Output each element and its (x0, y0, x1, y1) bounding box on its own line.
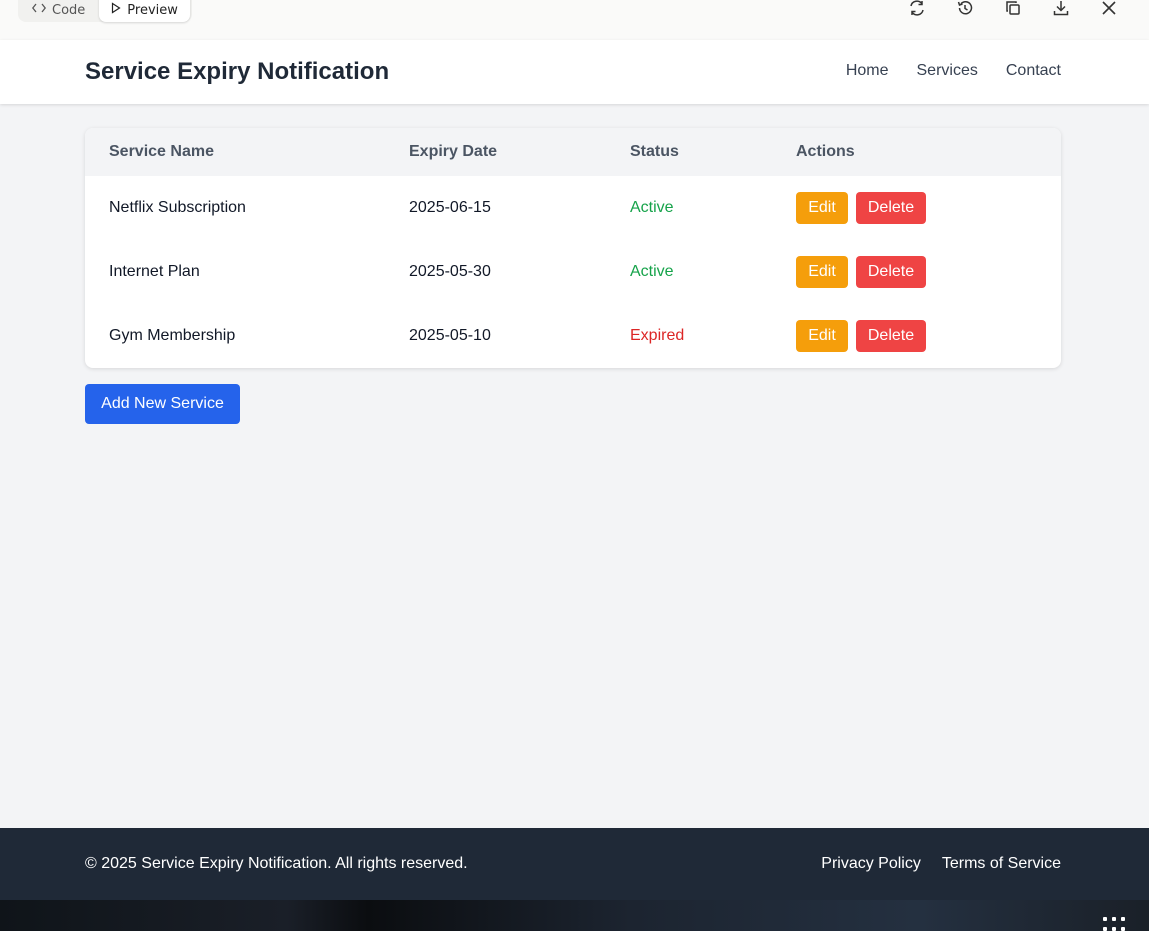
column-header-status: Status (630, 143, 679, 160)
service-name: Netflix Subscription (109, 199, 246, 216)
table-row: Gym Membership 2025-05-10 Expired Edit D… (85, 304, 1061, 368)
service-name: Gym Membership (109, 327, 236, 344)
table-row: Internet Plan 2025-05-30 Active Edit Del… (85, 240, 1061, 304)
delete-button[interactable]: Delete (856, 320, 926, 352)
privacy-policy-link[interactable]: Privacy Policy (821, 855, 921, 873)
expiry-date: 2025-05-30 (409, 263, 491, 280)
tab-code[interactable]: Code (20, 0, 97, 22)
nav-contact[interactable]: Contact (1006, 62, 1061, 80)
services-table: Service Name Expiry Date Status Actions … (85, 128, 1061, 368)
tab-preview[interactable]: Preview (99, 0, 190, 22)
nav-home[interactable]: Home (846, 62, 889, 80)
code-icon (31, 2, 47, 18)
expiry-date: 2025-05-10 (409, 327, 491, 344)
play-icon (111, 2, 121, 18)
history-icon[interactable] (953, 0, 977, 20)
edit-button[interactable]: Edit (796, 320, 848, 352)
terms-of-service-link[interactable]: Terms of Service (942, 855, 1061, 873)
column-header-expiry-date: Expiry Date (409, 143, 498, 160)
status-text: Active (630, 199, 674, 216)
delete-button[interactable]: Delete (856, 256, 926, 288)
site-footer: © 2025 Service Expiry Notification. All … (0, 828, 1149, 900)
page-title: Service Expiry Notification (85, 58, 390, 85)
add-new-service-button[interactable]: Add New Service (85, 384, 240, 424)
close-icon[interactable] (1097, 0, 1121, 20)
copyright-text: © 2025 Service Expiry Notification. All … (85, 855, 468, 872)
edit-button[interactable]: Edit (796, 192, 848, 224)
status-text: Expired (630, 327, 685, 344)
preview-toolbar: Code Preview (0, 0, 1149, 40)
service-name: Internet Plan (109, 263, 200, 280)
edit-button[interactable]: Edit (796, 256, 848, 288)
copy-icon[interactable] (1001, 0, 1025, 20)
refresh-icon[interactable] (905, 0, 929, 20)
download-icon[interactable] (1049, 0, 1073, 20)
site-header: Service Expiry Notification Home Service… (0, 40, 1149, 104)
status-text: Active (630, 263, 674, 280)
column-header-actions: Actions (796, 143, 855, 160)
nav-services[interactable]: Services (917, 62, 978, 80)
column-header-service-name: Service Name (109, 143, 214, 160)
background-strip (0, 900, 1149, 931)
main-nav: Home Services Contact (846, 62, 1061, 80)
delete-button[interactable]: Delete (856, 192, 926, 224)
view-tabs: Code Preview (18, 0, 192, 22)
expiry-date: 2025-06-15 (409, 199, 491, 216)
apps-grid-icon[interactable] (1103, 917, 1125, 931)
tab-preview-label: Preview (127, 2, 178, 18)
table-header: Service Name Expiry Date Status Actions (85, 128, 1061, 176)
toolbar-actions (905, 0, 1121, 20)
table-row: Netflix Subscription 2025-06-15 Active E… (85, 176, 1061, 240)
tab-code-label: Code (52, 2, 86, 18)
footer-links: Privacy Policy Terms of Service (821, 855, 1061, 873)
